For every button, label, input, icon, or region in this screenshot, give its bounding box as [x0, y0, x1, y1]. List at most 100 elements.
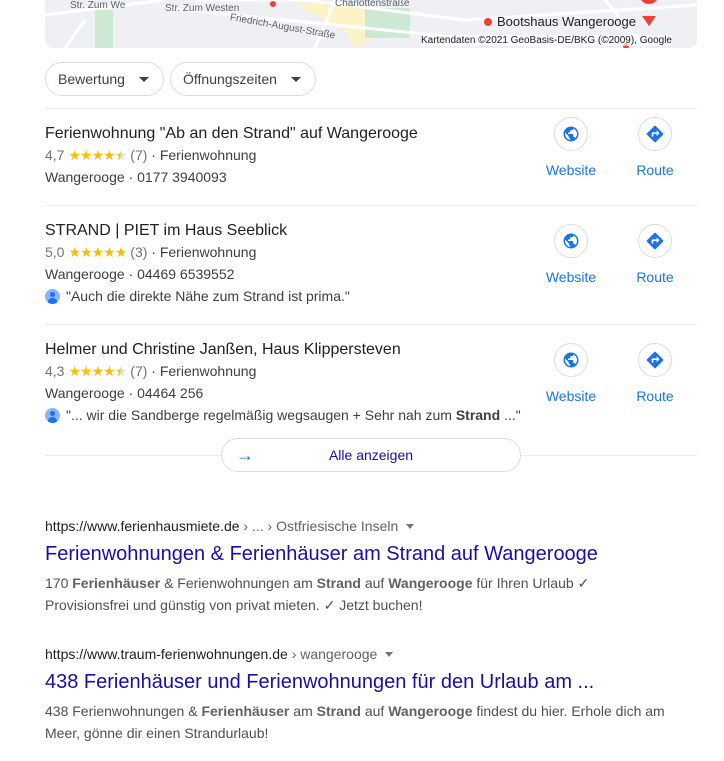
result-domain: https://www.ferienhausmiete.de — [45, 518, 240, 534]
star-icon: ★ — [91, 147, 105, 163]
rating-value: 5,0 — [45, 244, 65, 260]
snippet-text: Wangerooge — [388, 703, 473, 719]
website-label: Website — [545, 162, 597, 178]
listing-type: · Ferienwohnung — [151, 244, 257, 260]
filter-rating[interactable]: Bewertung — [45, 62, 164, 96]
snippet-text: & Ferienwohnungen am — [160, 575, 317, 591]
snippet-text: 438 Ferienwohnungen & — [45, 703, 202, 719]
snippet-text: auf — [360, 575, 389, 591]
user-avatar-icon — [45, 289, 60, 304]
map-attribution: Kartendaten ©2021 GeoBasis-DE/BKG (©2009… — [421, 35, 672, 46]
review-count[interactable]: (7) — [130, 147, 147, 163]
snippet-text: auf — [360, 703, 389, 719]
map-preview[interactable]: Str. Zum We Str. Zum Westen Friedrich-Au… — [45, 0, 697, 48]
snippet-text: Ferienhäuser — [72, 575, 161, 591]
snippet-text: am — [289, 703, 317, 719]
map-street-label: Charlottenstraße — [335, 0, 410, 9]
caret-down-icon — [291, 77, 301, 82]
map-street-label: Str. Zum Westen — [165, 3, 240, 14]
result-snippet: 438 Ferienwohnungen & Ferienhäuser am St… — [45, 700, 665, 744]
route-label: Route — [636, 162, 674, 178]
star-icon: ★ — [80, 244, 93, 260]
map-poi-label[interactable]: Bootshaus Wangerooge — [497, 14, 636, 29]
star-rating-icon: ★★★★★ — [68, 147, 128, 163]
listing-address: Wangerooge · 04464 256 — [45, 385, 204, 401]
listing-rating-row: 5,0 ★★★★★ (3) · Ferienwohnung — [45, 244, 256, 261]
route-label: Route — [636, 269, 674, 285]
directions-icon — [638, 343, 672, 377]
result-breadcrumb: › wangerooge — [287, 646, 378, 662]
snippet-text: Wangerooge — [388, 575, 473, 591]
result-title-link[interactable]: 438 Ferienhäuser und Ferienwohnungen für… — [45, 671, 594, 694]
website-button[interactable]: Website — [541, 117, 601, 178]
caret-down-icon[interactable] — [385, 652, 394, 657]
caret-down-icon — [139, 77, 149, 82]
website-label: Website — [545, 388, 597, 404]
rating-value: 4,3 — [45, 363, 65, 379]
star-icon: ★ — [80, 363, 93, 379]
listing-address: Wangerooge · 0177 3940093 — [45, 169, 227, 185]
caret-down-icon[interactable] — [406, 524, 415, 529]
star-rating-icon: ★★★★★ — [68, 363, 128, 379]
star-icon: ★ — [68, 363, 81, 379]
star-icon: ★ — [68, 147, 81, 163]
show-all-button[interactable]: → Alle anzeigen — [221, 438, 521, 472]
review-count[interactable]: (7) — [130, 363, 147, 379]
arrow-right-icon: → — [236, 445, 254, 465]
listing-address: Wangerooge · 04469 6539552 — [45, 266, 235, 282]
directions-icon — [638, 224, 672, 258]
result-breadcrumb: › ... › Ostfriesische Inseln — [239, 518, 399, 534]
star-icon: ★ — [103, 147, 116, 163]
star-icon: ★ — [91, 244, 105, 260]
review-text: "Auch die direkte Nähe zum Strand ist pr… — [66, 288, 350, 304]
snippet-text: Strand — [316, 703, 361, 719]
filter-opening-hours[interactable]: Öffnungszeiten — [170, 62, 316, 96]
divider — [45, 324, 697, 325]
website-label: Website — [545, 269, 597, 285]
listing-title[interactable]: Helmer und Christine Janßen, Haus Klippe… — [45, 341, 401, 359]
website-button[interactable]: Website — [541, 343, 601, 404]
map-street-label: Str. Zum We — [70, 0, 126, 11]
listing-review: "Auch die direkte Nähe zum Strand ist pr… — [45, 288, 350, 304]
listing-review: "... wir die Sandberge regelmäßig wegsau… — [45, 407, 521, 423]
divider — [45, 205, 697, 206]
result-snippet: 170 Ferienhäuser & Ferienwohnungen am St… — [45, 572, 665, 616]
globe-icon — [554, 224, 588, 258]
snippet-text: Strand — [316, 575, 361, 591]
globe-icon — [554, 343, 588, 377]
show-all-label: Alle anzeigen — [328, 447, 414, 463]
result-url[interactable]: https://www.ferienhausmiete.de › ... › O… — [45, 518, 415, 534]
star-icon: ★ — [103, 363, 116, 379]
route-label: Route — [636, 388, 674, 404]
review-text: ..." — [500, 407, 521, 423]
rating-value: 4,7 — [45, 147, 65, 163]
directions-icon — [638, 117, 672, 151]
listing-type: · Ferienwohnung — [151, 147, 257, 163]
star-icon: ★ — [114, 363, 128, 379]
website-button[interactable]: Website — [541, 224, 601, 285]
snippet-text: Ferienhäuser — [201, 703, 290, 719]
divider — [45, 108, 697, 109]
star-icon: ★ — [80, 147, 93, 163]
route-button[interactable]: Route — [625, 117, 685, 178]
star-icon: ★ — [68, 244, 81, 260]
star-icon: ★ — [114, 147, 128, 163]
star-icon: ★ — [91, 363, 105, 379]
result-domain: https://www.traum-ferienwohnungen.de — [45, 646, 288, 662]
listing-title[interactable]: Ferienwohnung "Ab an den Strand" auf Wan… — [45, 125, 418, 143]
star-icon: ★ — [114, 244, 128, 260]
review-text: "... wir die Sandberge regelmäßig wegsau… — [66, 407, 456, 423]
route-button[interactable]: Route — [625, 224, 685, 285]
globe-icon — [554, 117, 588, 151]
listing-title[interactable]: STRAND | PIET im Haus Seeblick — [45, 222, 287, 240]
review-count[interactable]: (3) — [130, 244, 147, 260]
listing-rating-row: 4,7 ★★★★★ (7) · Ferienwohnung — [45, 147, 256, 164]
result-title-link[interactable]: Ferienwohnungen & Ferienhäuser am Strand… — [45, 543, 598, 566]
listing-type: · Ferienwohnung — [151, 363, 257, 379]
user-avatar-icon — [45, 408, 60, 423]
snippet-text: 170 — [45, 575, 73, 591]
result-url[interactable]: https://www.traum-ferienwohnungen.de › w… — [45, 646, 394, 662]
star-rating-icon: ★★★★★ — [68, 244, 128, 260]
route-button[interactable]: Route — [625, 343, 685, 404]
filter-label: Öffnungszeiten — [183, 71, 277, 87]
